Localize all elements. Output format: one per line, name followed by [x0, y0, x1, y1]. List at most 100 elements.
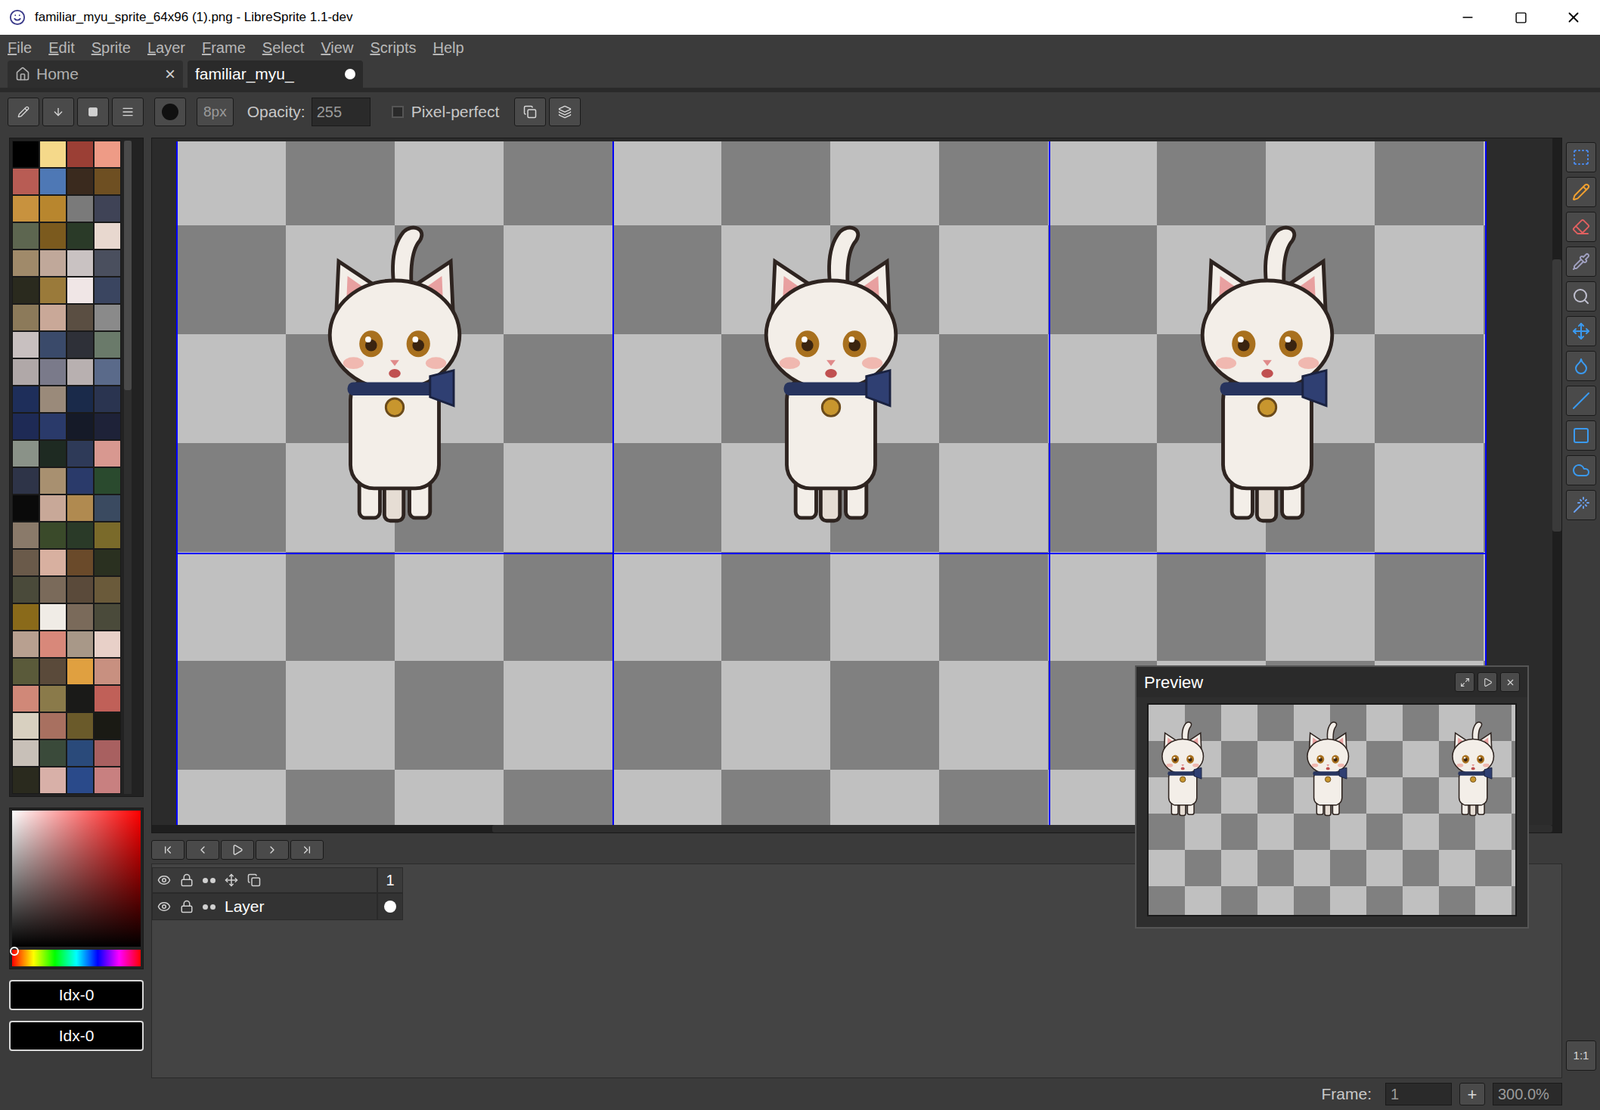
maximize-button[interactable]: [1494, 0, 1548, 35]
color-picker[interactable]: [9, 807, 144, 970]
opacity-field[interactable]: 255: [311, 97, 371, 127]
palette-scrollbar[interactable]: [124, 140, 132, 794]
tool-button[interactable]: [1565, 281, 1597, 312]
palette-swatch[interactable]: [12, 195, 40, 223]
palette-swatch[interactable]: [12, 712, 40, 740]
palette-swatch[interactable]: [66, 576, 94, 604]
tab[interactable]: familiar_myu_: [187, 60, 363, 88]
palette-swatch[interactable]: [93, 440, 121, 468]
onion-range-icon[interactable]: [224, 873, 239, 887]
palette-swatch[interactable]: [12, 548, 40, 577]
tool-button[interactable]: [1565, 350, 1597, 382]
palette-swatch[interactable]: [12, 494, 40, 522]
palette-swatch[interactable]: [12, 685, 40, 713]
palette-swatch[interactable]: [93, 412, 121, 441]
palette-swatch[interactable]: [66, 331, 94, 359]
palette-swatch[interactable]: [93, 712, 121, 740]
palette-swatch[interactable]: [39, 739, 67, 767]
palette-swatch[interactable]: [39, 521, 67, 549]
palette-swatch[interactable]: [66, 467, 94, 495]
cel[interactable]: [377, 893, 404, 921]
palette-swatch[interactable]: [93, 739, 121, 767]
palette-swatch[interactable]: [12, 249, 40, 277]
palette-swatch[interactable]: [66, 685, 94, 713]
palette-swatch[interactable]: [93, 548, 121, 577]
palette-swatch[interactable]: [66, 440, 94, 468]
lock-icon[interactable]: [179, 899, 194, 914]
playback-button[interactable]: [220, 840, 255, 860]
palette-swatch[interactable]: [66, 657, 94, 686]
tab[interactable]: Home×: [7, 60, 183, 88]
zoom-reset-button[interactable]: 1:1: [1565, 1040, 1597, 1071]
palette-swatch[interactable]: [39, 766, 67, 794]
palette-swatch[interactable]: [93, 303, 121, 332]
playback-button[interactable]: [255, 840, 289, 860]
palette-swatch[interactable]: [12, 630, 40, 658]
preview-close-button[interactable]: [1500, 672, 1520, 692]
palette-swatch[interactable]: [39, 603, 67, 631]
tool-button[interactable]: [1565, 455, 1597, 486]
color-field[interactable]: Idx-0: [9, 1020, 144, 1052]
palette-swatch[interactable]: [12, 303, 40, 332]
tool-button[interactable]: [1565, 142, 1597, 173]
palette-swatch[interactable]: [12, 467, 40, 495]
pixel-perfect-checkbox[interactable]: Pixel-perfect: [391, 99, 500, 125]
palette-swatch[interactable]: [93, 276, 121, 304]
palette-swatch[interactable]: [39, 222, 67, 250]
palette-swatch[interactable]: [66, 140, 94, 168]
vertical-scrollbar[interactable]: [1552, 138, 1562, 833]
ink-button[interactable]: [42, 97, 75, 127]
palette-swatch[interactable]: [93, 167, 121, 196]
palette-swatch[interactable]: [93, 195, 121, 223]
symmetry-button[interactable]: [514, 97, 546, 127]
palette-swatch[interactable]: [66, 276, 94, 304]
tool-button[interactable]: [1565, 246, 1597, 277]
brush-size-button[interactable]: 8px: [196, 97, 234, 127]
minimize-button[interactable]: [1441, 0, 1495, 35]
tool-button[interactable]: [1565, 385, 1597, 416]
preview-title-bar[interactable]: Preview: [1136, 666, 1528, 698]
palette-swatch[interactable]: [12, 358, 40, 386]
palette-swatch[interactable]: [93, 140, 121, 168]
palette-swatch[interactable]: [39, 167, 67, 196]
palette-swatch[interactable]: [12, 385, 40, 413]
palette-swatch[interactable]: [66, 249, 94, 277]
palette-swatch[interactable]: [12, 521, 40, 549]
palette-swatch[interactable]: [12, 331, 40, 359]
palette-swatch[interactable]: [93, 521, 121, 549]
zoom-field[interactable]: 300.0%: [1492, 1082, 1563, 1106]
menu-item[interactable]: View: [320, 36, 354, 59]
tab-close[interactable]: ×: [164, 60, 176, 88]
menu-item[interactable]: File: [7, 36, 32, 59]
menu-item[interactable]: Frame: [201, 36, 246, 59]
playback-button[interactable]: [290, 840, 324, 860]
menu-item[interactable]: Scripts: [369, 36, 416, 59]
preview-fullscreen-button[interactable]: [1454, 672, 1475, 692]
menu-item[interactable]: Edit: [48, 36, 75, 59]
tool-button[interactable]: [1565, 211, 1597, 242]
palette-swatch[interactable]: [93, 331, 121, 359]
palette-swatch[interactable]: [93, 576, 121, 604]
palette-swatch[interactable]: [66, 630, 94, 658]
palette-swatch[interactable]: [93, 494, 121, 522]
palette-swatch[interactable]: [39, 630, 67, 658]
palette-swatch[interactable]: [66, 358, 94, 386]
palette-swatch[interactable]: [12, 576, 40, 604]
palette-swatch[interactable]: [39, 276, 67, 304]
ink-button[interactable]: [77, 97, 109, 127]
layer-name[interactable]: Layer: [224, 894, 265, 919]
tool-button[interactable]: [1565, 316, 1597, 347]
onion-skin-icon[interactable]: [202, 877, 216, 884]
palette-swatch[interactable]: [93, 685, 121, 713]
palette-swatch[interactable]: [66, 303, 94, 332]
palette-swatch[interactable]: [66, 712, 94, 740]
ink-button[interactable]: [7, 97, 40, 127]
tool-button[interactable]: [1565, 176, 1597, 208]
palette-swatch[interactable]: [66, 412, 94, 441]
frame-field[interactable]: 1: [1385, 1082, 1452, 1106]
palette-swatch[interactable]: [66, 603, 94, 631]
palette-swatch[interactable]: [93, 603, 121, 631]
tool-button[interactable]: [1565, 489, 1597, 521]
palette-swatch[interactable]: [66, 521, 94, 549]
palette-swatch[interactable]: [39, 331, 67, 359]
